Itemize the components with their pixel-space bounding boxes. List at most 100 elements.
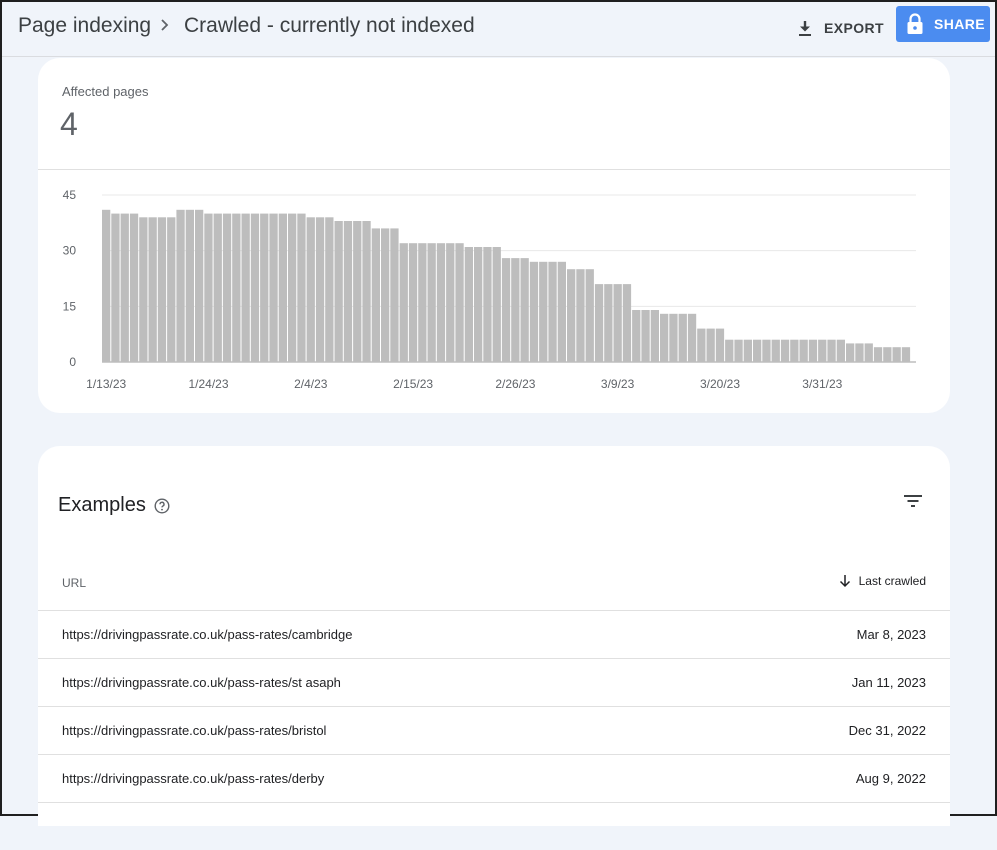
row-url: https://drivingpassrate.co.uk/pass-rates… [62, 675, 341, 690]
chart-bar[interactable] [753, 339, 762, 362]
table-row[interactable] [38, 802, 950, 850]
chart-bar[interactable] [678, 313, 687, 362]
chart-bar[interactable] [501, 258, 511, 362]
chart-bar[interactable] [743, 339, 752, 362]
chart-bar[interactable] [762, 339, 771, 362]
chart-bar[interactable] [799, 339, 808, 362]
chart-bar[interactable] [864, 343, 873, 362]
chart-bar[interactable] [213, 213, 222, 362]
chart-bar[interactable] [892, 347, 901, 362]
chart-bar[interactable] [836, 339, 845, 362]
chart-bar[interactable] [157, 217, 167, 362]
chart-bar[interactable] [622, 284, 632, 362]
chart-bar[interactable] [901, 347, 911, 362]
chart-bar[interactable] [288, 213, 297, 362]
chart-bar[interactable] [343, 221, 353, 362]
chart-bar[interactable] [222, 213, 232, 362]
chart-bar[interactable] [204, 213, 213, 362]
chart-bar[interactable] [241, 213, 250, 362]
chart-bar[interactable] [232, 213, 241, 362]
chart-bar[interactable] [734, 339, 743, 362]
chart-bar[interactable] [102, 209, 111, 362]
chart-bar[interactable] [129, 213, 139, 362]
chart-bar[interactable] [613, 284, 622, 362]
chart-bar[interactable] [660, 313, 669, 362]
chart-bar[interactable] [771, 339, 780, 362]
chart-bar[interactable] [120, 213, 129, 362]
chart-bar[interactable] [399, 243, 408, 362]
chart-bar[interactable] [474, 247, 483, 362]
chart-bar[interactable] [176, 209, 185, 362]
chart-bar[interactable] [185, 209, 194, 362]
chart-bar[interactable] [483, 247, 492, 362]
chart-bar[interactable] [427, 243, 436, 362]
column-header-url[interactable]: URL [62, 576, 86, 590]
chart-bar[interactable] [557, 261, 566, 362]
chart-bar[interactable] [669, 313, 678, 362]
chart-bar[interactable] [306, 217, 315, 362]
table-row[interactable]: https://drivingpassrate.co.uk/pass-rates… [38, 610, 950, 658]
chart-bar[interactable] [706, 328, 715, 362]
chart-bar[interactable] [567, 269, 576, 362]
chart-bar[interactable] [111, 213, 120, 362]
table-row[interactable]: https://drivingpassrate.co.uk/pass-rates… [38, 754, 950, 802]
chart-bar[interactable] [604, 284, 613, 362]
filter-icon[interactable] [902, 492, 924, 510]
chart-bar[interactable] [650, 310, 659, 362]
chart-bar[interactable] [353, 221, 362, 362]
chart-bar[interactable] [167, 217, 176, 362]
chart-bar[interactable] [381, 228, 390, 362]
chart-bar[interactable] [250, 213, 260, 362]
chart-bar[interactable] [139, 217, 148, 362]
chart-bar[interactable] [846, 343, 855, 362]
chart-bar[interactable] [883, 347, 892, 362]
chart-bar[interactable] [260, 213, 269, 362]
chart-bar[interactable] [641, 310, 650, 362]
chart-bar[interactable] [576, 269, 585, 362]
help-icon[interactable] [154, 498, 170, 514]
chart-bar[interactable] [855, 343, 864, 362]
chart-bar[interactable] [780, 339, 790, 362]
chart-bar[interactable] [195, 209, 204, 362]
chart-bar[interactable] [390, 228, 399, 362]
breadcrumb-page-indexing[interactable]: Page indexing [18, 14, 151, 38]
chart-bar[interactable] [371, 228, 380, 362]
chart-bar[interactable] [520, 258, 529, 362]
chart-bar[interactable] [436, 243, 446, 362]
chart-bar[interactable] [325, 217, 334, 362]
chart-bar[interactable] [687, 313, 697, 362]
chart-bar[interactable] [334, 221, 343, 362]
chart-bar[interactable] [464, 247, 473, 362]
chart-bar[interactable] [827, 339, 836, 362]
table-row[interactable]: https://drivingpassrate.co.uk/pass-rates… [38, 706, 950, 754]
chart-bar[interactable] [418, 243, 427, 362]
chart-bar[interactable] [278, 213, 287, 362]
chart-bar[interactable] [585, 269, 594, 362]
chart-bar[interactable] [715, 328, 725, 362]
share-button[interactable]: SHARE [896, 6, 990, 42]
chart-bar[interactable] [529, 261, 539, 362]
chart-bar[interactable] [455, 243, 464, 362]
chart-bar[interactable] [548, 261, 557, 362]
chart-bar[interactable] [148, 217, 157, 362]
chart-bar[interactable] [818, 339, 827, 362]
chart-bar[interactable] [697, 328, 706, 362]
chart-bar[interactable] [269, 213, 278, 362]
chart-bar[interactable] [446, 243, 455, 362]
chart-bar[interactable] [725, 339, 734, 362]
chart-bar[interactable] [511, 258, 520, 362]
chart-bar[interactable] [315, 217, 325, 362]
chart-bar[interactable] [492, 247, 501, 362]
chart-bar[interactable] [297, 213, 306, 362]
chart-bar[interactable] [808, 339, 818, 362]
chart-bar[interactable] [362, 221, 371, 362]
chart-bar[interactable] [790, 339, 799, 362]
column-header-last-crawled[interactable]: Last crawled [839, 574, 926, 588]
chart-bar[interactable] [539, 261, 548, 362]
chart-bar[interactable] [632, 310, 641, 362]
chart-bar[interactable] [594, 284, 604, 362]
export-button[interactable]: EXPORT [792, 11, 888, 45]
chart-bar[interactable] [408, 243, 418, 362]
table-row[interactable]: https://drivingpassrate.co.uk/pass-rates… [38, 658, 950, 706]
chart-bar[interactable] [873, 347, 883, 362]
